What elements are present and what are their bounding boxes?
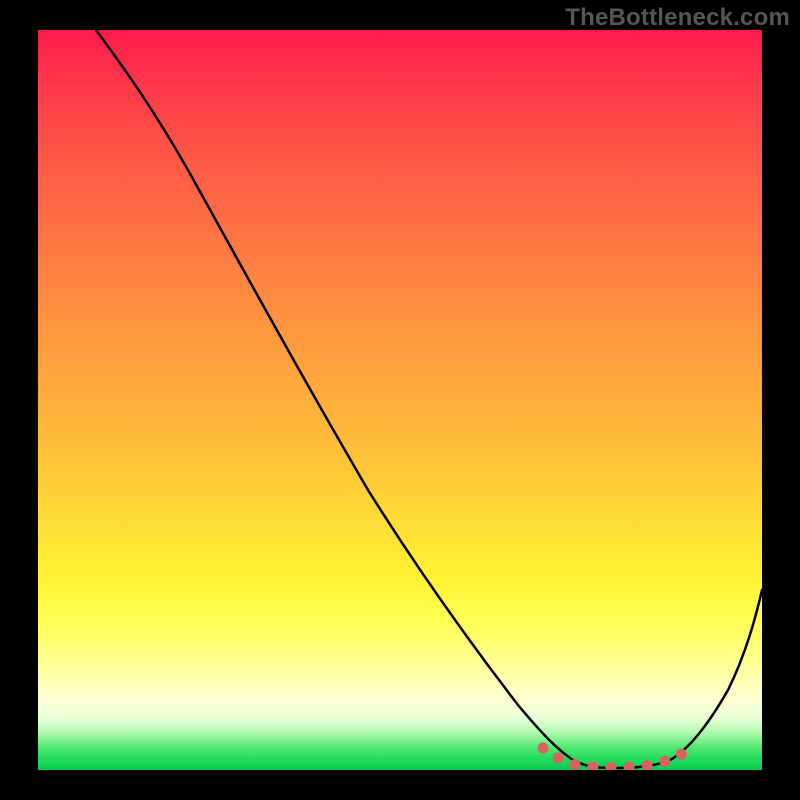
optimal-range-marker (543, 748, 690, 767)
curve-svg (38, 30, 762, 770)
chart-canvas: TheBottleneck.com (0, 0, 800, 800)
bottleneck-curve (96, 30, 762, 768)
watermark-text: TheBottleneck.com (565, 4, 790, 32)
plot-area (38, 30, 762, 770)
